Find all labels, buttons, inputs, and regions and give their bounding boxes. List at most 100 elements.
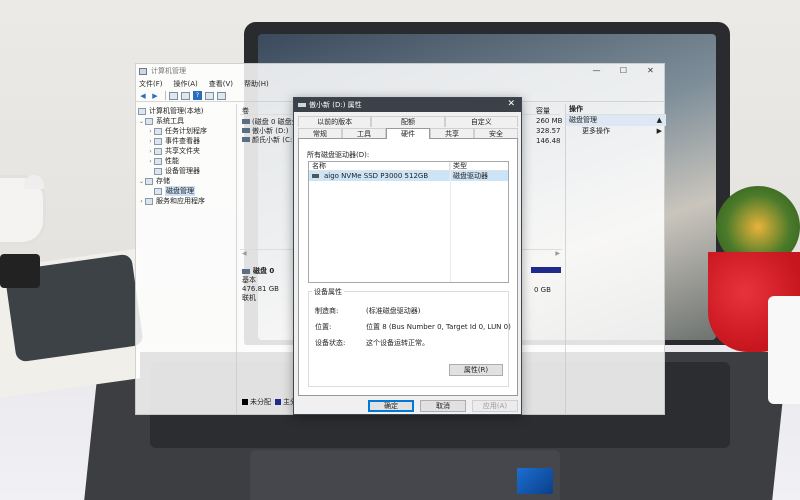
tree-item-label: 服务和应用程序 [156, 197, 205, 205]
show-hide-tree-icon[interactable] [181, 91, 190, 100]
volume-size: 0 GB [534, 286, 551, 294]
chevron-right-icon[interactable]: › [147, 128, 154, 135]
window-title: 计算机管理 [151, 67, 186, 75]
drive-type-cell: 磁盘驱动器 [453, 172, 488, 180]
tree-item-device-manager[interactable]: 设备管理器 [154, 166, 200, 176]
disk-type: 基本 [242, 276, 256, 284]
tree-item-label: 事件查看器 [165, 137, 200, 145]
group-label: 设备属性 [312, 287, 344, 297]
scroll-left-icon[interactable]: ◀ [242, 250, 247, 257]
column-capacity[interactable]: 容量 [536, 106, 564, 116]
close-button[interactable]: ✕ [637, 64, 664, 78]
properties-button[interactable]: 属性(R) [449, 364, 503, 376]
tree-item-services[interactable]: › 服务和应用程序 [138, 196, 205, 206]
menu-file[interactable]: 文件(F) [139, 79, 163, 89]
menu-view[interactable]: 查看(V) [209, 79, 233, 89]
capacity-cell: 260 MB [536, 117, 563, 125]
event-log-icon [154, 137, 162, 145]
computer-management-icon [139, 67, 147, 75]
disk-drive-row[interactable]: aigo NVMe SSD P3000 512GB 磁盘驱动器 [309, 171, 508, 181]
ok-button[interactable]: 确定 [368, 400, 414, 412]
console-icon[interactable] [205, 91, 214, 100]
tab-quota[interactable]: 配额 [371, 116, 445, 127]
chevron-right-icon[interactable]: › [147, 138, 154, 145]
actions-pane: 操作 磁盘管理 ▲ 更多操作 ▶ [565, 104, 666, 414]
location-row: 位置: 位置 8 (Bus Number 0, Target Id 0, LUN… [315, 322, 511, 332]
collapse-up-icon[interactable]: ▲ [657, 115, 662, 126]
back-arrow-icon[interactable]: ◀ [138, 91, 148, 100]
chevron-right-icon[interactable]: › [138, 198, 145, 205]
tab-row-top: 以前的版本 配额 自定义 [298, 116, 518, 127]
disk-management-icon [154, 187, 162, 195]
dialog-title-bar: 傲小新 (D:) 属性 [294, 98, 521, 112]
disk-status: 联机 [242, 294, 256, 302]
location-value: 位置 8 (Bus Number 0, Target Id 0, LUN 0) [366, 323, 511, 331]
volume-bar[interactable] [531, 267, 561, 273]
forward-arrow-icon[interactable]: ▶ [150, 91, 160, 100]
list-view-icon[interactable] [217, 91, 226, 100]
phone [0, 254, 40, 288]
tab-customize[interactable]: 自定义 [444, 116, 518, 127]
drive-name: aigo NVMe SSD P3000 512GB [324, 172, 429, 180]
tree-item-root[interactable]: 计算机管理(本地) [138, 106, 203, 116]
disk-icon [242, 269, 250, 274]
tree-item-shared-folders[interactable]: › 共享文件夹 [147, 146, 200, 156]
tab-hardware[interactable]: 硬件 [386, 128, 430, 139]
chevron-down-icon[interactable]: ⌄ [138, 178, 145, 185]
actions-disk-management[interactable]: 磁盘管理 ▲ [566, 115, 666, 126]
folder-icon[interactable] [169, 91, 178, 100]
capacity-column: 容量 260 MB 328.57 146.48 [536, 106, 564, 146]
location-key: 位置: [315, 323, 332, 331]
computer-icon [138, 107, 146, 115]
volume-icon [242, 137, 250, 142]
disk-list-header: 名称 类型 [309, 162, 508, 171]
tree-item-label: 磁盘管理 [165, 186, 195, 196]
volume-icon [242, 119, 250, 124]
minimize-button[interactable]: — [583, 64, 610, 78]
disk-size: 476.81 GB [242, 285, 279, 293]
cancel-button[interactable]: 取消 [420, 400, 466, 412]
tab-previous-versions[interactable]: 以前的版本 [298, 116, 372, 127]
chevron-right-icon[interactable]: › [147, 148, 154, 155]
device-properties-group: 设备属性 制造商: (标准磁盘驱动器) 位置: 位置 8 (Bus Number… [308, 287, 511, 387]
help-icon[interactable]: ? [193, 91, 202, 100]
shared-folder-icon [154, 147, 162, 155]
performance-icon [154, 157, 162, 165]
drive-icon [298, 103, 306, 107]
capacity-cell: 146.48 [536, 137, 561, 145]
tree-item-storage[interactable]: ⌄ 存储 [138, 176, 170, 186]
capacity-cell: 328.57 [536, 127, 561, 135]
tree-item-label: 计算机管理(本地) [149, 107, 204, 115]
volume-row[interactable]: 颜氏小新 (C:) [242, 135, 295, 144]
disk-drive-list[interactable]: 名称 类型 aigo NVMe SSD P3000 512GB 磁盘驱动器 [308, 161, 509, 283]
disk-0-panel[interactable]: 磁盘 0 基本 476.81 GB 联机 [242, 267, 298, 303]
column-divider [450, 162, 451, 282]
column-volume[interactable]: 卷 [240, 106, 249, 115]
window-controls: — ☐ ✕ [583, 64, 664, 78]
actions-more-label: 更多操作 [582, 127, 610, 135]
chevron-down-icon[interactable]: ⌄ [138, 118, 145, 125]
dialog-title: 傲小新 (D:) 属性 [309, 101, 362, 109]
tree-item-performance[interactable]: › 性能 [147, 156, 179, 166]
close-icon[interactable]: ✕ [507, 99, 515, 109]
actions-more[interactable]: 更多操作 ▶ [566, 126, 666, 137]
chevron-right-icon[interactable]: › [147, 158, 154, 165]
column-name[interactable]: 名称 [309, 162, 450, 170]
tree-item-label: 任务计划程序 [165, 127, 207, 135]
column-type[interactable]: 类型 [450, 162, 508, 170]
apply-button[interactable]: 应用(A) [472, 400, 518, 412]
drive-name-cell: aigo NVMe SSD P3000 512GB [309, 171, 450, 181]
menu-action[interactable]: 操作(A) [174, 79, 198, 89]
status-value: 这个设备运转正常。 [366, 339, 429, 347]
device-manager-icon [154, 167, 162, 175]
properties-dialog: 傲小新 (D:) 属性 ✕ 以前的版本 配额 自定义 常规 工具 硬件 共享 安… [293, 97, 522, 415]
tree-item-task-scheduler[interactable]: › 任务计划程序 [147, 126, 207, 136]
tree-item-system-tools[interactable]: ⌄ 系统工具 [138, 116, 184, 126]
tree-item-event-viewer[interactable]: › 事件查看器 [147, 136, 200, 146]
maximize-button[interactable]: ☐ [610, 64, 637, 78]
scroll-right-icon[interactable]: ▶ [555, 250, 560, 257]
tree-item-disk-management[interactable]: 磁盘管理 [154, 186, 195, 196]
disk-name: 磁盘 0 [253, 267, 275, 275]
menu-help[interactable]: 帮助(H) [244, 79, 269, 89]
clock-icon [154, 127, 162, 135]
